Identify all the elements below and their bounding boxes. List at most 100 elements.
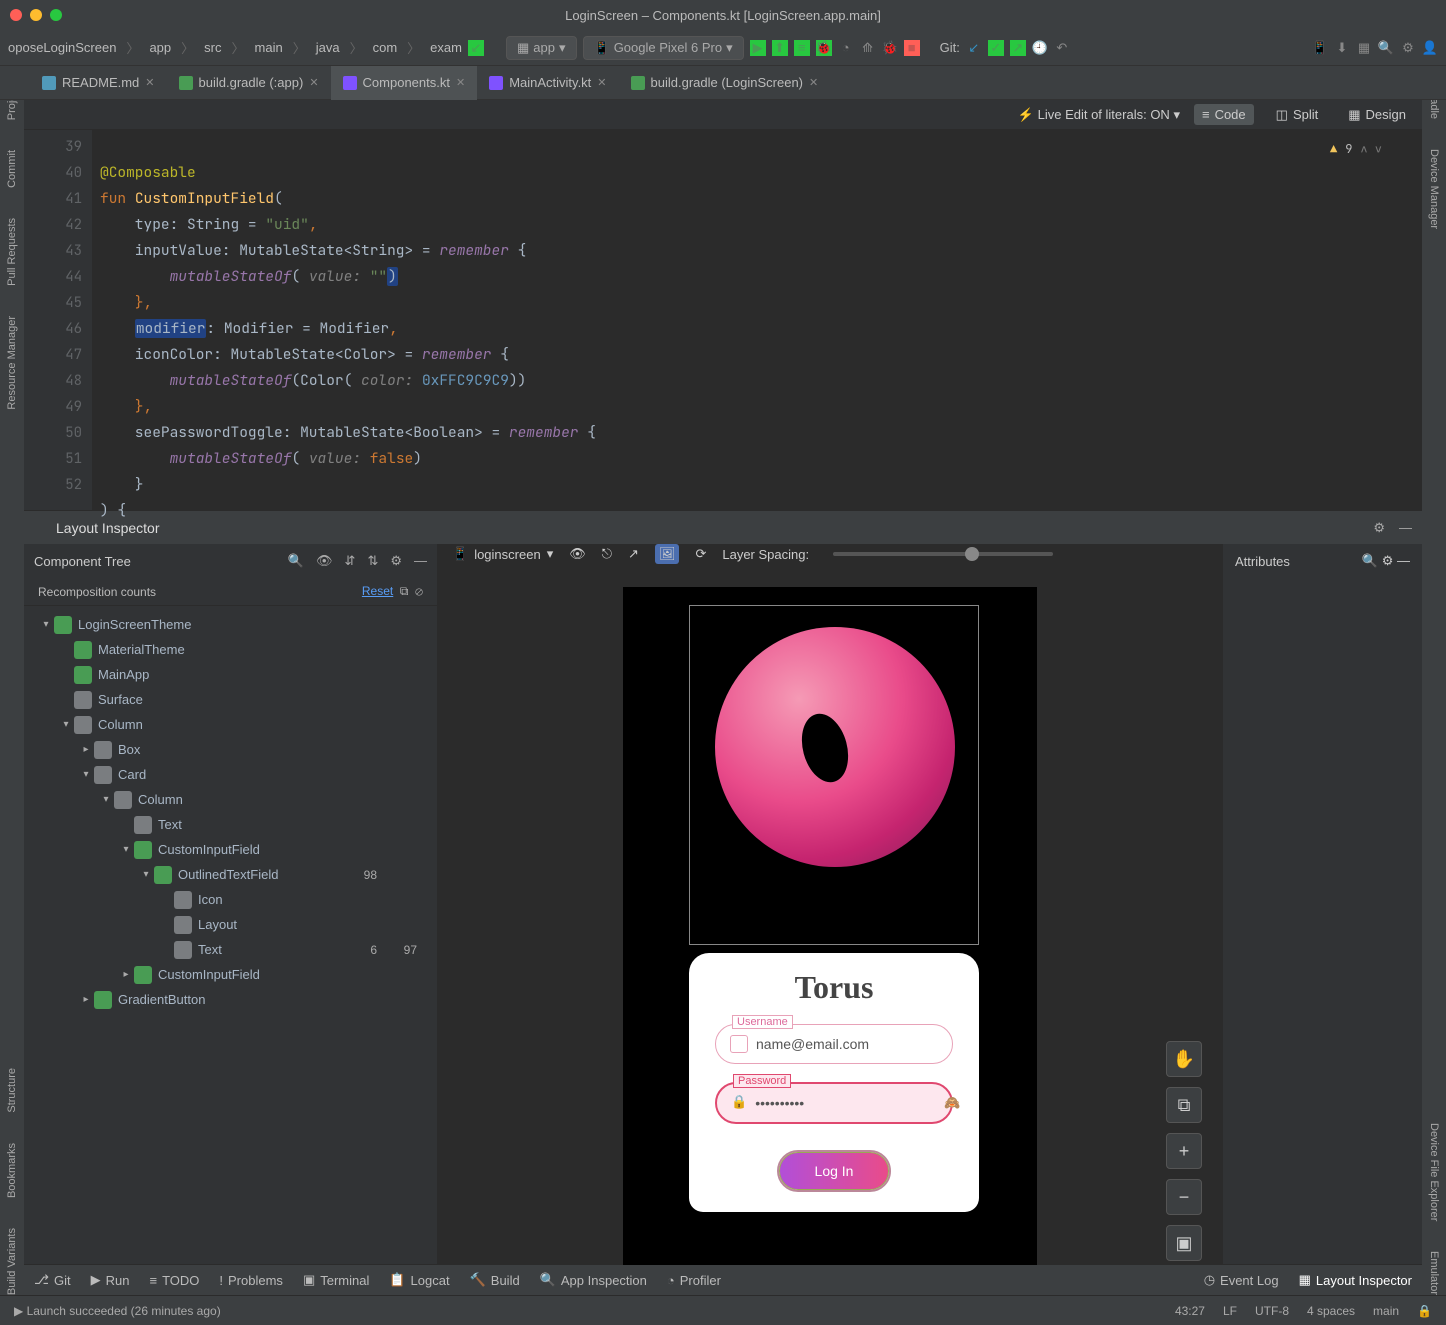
eye-icon[interactable]: 👁: [569, 546, 586, 562]
username-input[interactable]: [756, 1036, 938, 1052]
tree-node[interactable]: ▾Column: [24, 712, 437, 737]
tool-resource-manager[interactable]: Resource Manager: [6, 316, 18, 410]
tool-problems[interactable]: !Problems: [219, 1273, 283, 1288]
layer-spacing-slider[interactable]: [833, 552, 1053, 556]
tool-build-variants[interactable]: Build Variants: [6, 1228, 18, 1295]
breadcrumb[interactable]: app: [149, 40, 171, 55]
git-rollback-icon[interactable]: ↶: [1054, 40, 1070, 56]
status-item[interactable]: 43:27: [1175, 1304, 1205, 1318]
run-icon[interactable]: ▶: [750, 40, 766, 56]
chevron-icon[interactable]: ▾: [98, 794, 114, 805]
tool-device-manager[interactable]: Device Manager: [1428, 149, 1440, 229]
status-item[interactable]: UTF-8: [1255, 1304, 1289, 1318]
tree-node[interactable]: Icon: [24, 887, 437, 912]
zoom-out-icon[interactable]: −: [1166, 1179, 1202, 1215]
gear-icon[interactable]: ⚙: [1382, 553, 1394, 568]
tool-bookmarks[interactable]: Bookmarks: [6, 1143, 18, 1198]
zoom-in-icon[interactable]: +: [1166, 1133, 1202, 1169]
hide-icon[interactable]: —: [1397, 553, 1410, 568]
close-window-icon[interactable]: [10, 9, 22, 21]
layout-canvas[interactable]: Torus Username Password 🔒 🙈 Log In: [438, 565, 1222, 1281]
password-field[interactable]: Password 🔒 🙈: [715, 1082, 953, 1124]
tool-device-file-explorer[interactable]: Device File Explorer: [1428, 1123, 1440, 1221]
fit-icon[interactable]: ▣: [1166, 1225, 1202, 1261]
breadcrumb[interactable]: exam: [430, 40, 462, 55]
git-commit-icon[interactable]: ✓: [988, 40, 1004, 56]
close-tab-icon[interactable]: ✕: [456, 76, 465, 89]
tool-layout-inspector[interactable]: ▦Layout Inspector: [1299, 1272, 1412, 1288]
chevron-icon[interactable]: ▸: [118, 969, 134, 980]
editor-tab[interactable]: MainActivity.kt✕: [477, 66, 618, 100]
gear-icon[interactable]: ⚙: [390, 553, 402, 569]
filter-icon[interactable]: ⇵: [345, 553, 356, 569]
editor-tab[interactable]: Components.kt✕: [331, 66, 478, 100]
tool-run[interactable]: ▶Run: [91, 1272, 130, 1288]
hide-icon[interactable]: —: [414, 553, 427, 569]
tool-structure[interactable]: Structure: [6, 1068, 18, 1113]
run-config-selector[interactable]: ▦ app ▾: [506, 36, 577, 60]
editor-tab[interactable]: build.gradle (LoginScreen)✕: [619, 66, 831, 100]
tool-git[interactable]: ⎇Git: [34, 1272, 71, 1288]
layers-icon[interactable]: ⧉: [1166, 1087, 1202, 1123]
pan-icon[interactable]: ✋: [1166, 1041, 1202, 1077]
tree-node[interactable]: ▾Column: [24, 787, 437, 812]
search-icon[interactable]: 🔍: [288, 553, 304, 569]
tool-terminal[interactable]: ▣Terminal: [303, 1272, 369, 1288]
view-mode-split[interactable]: ◫ Split: [1268, 104, 1327, 126]
tool-todo[interactable]: ≡TODO: [149, 1273, 199, 1288]
gear-icon[interactable]: ⚙: [1373, 520, 1385, 536]
tree-node[interactable]: ▸GradientButton: [24, 987, 437, 1012]
tree-node[interactable]: ▾OutlinedTextField98: [24, 862, 437, 887]
resource-icon[interactable]: ▦: [1356, 40, 1372, 56]
status-item[interactable]: LF: [1223, 1304, 1237, 1318]
attach-debug-icon[interactable]: 🐞: [882, 40, 898, 56]
breadcrumb[interactable]: java: [316, 40, 340, 55]
sync-icon[interactable]: ↙: [468, 40, 484, 56]
settings-icon[interactable]: ⚙: [1400, 40, 1416, 56]
status-item[interactable]: main: [1373, 1304, 1399, 1318]
login-button[interactable]: Log In: [779, 1152, 889, 1190]
eye-icon[interactable]: 👁: [316, 553, 333, 569]
view-mode-code[interactable]: ≡ Code: [1194, 104, 1254, 125]
git-push-icon[interactable]: ↗: [1010, 40, 1026, 56]
chevron-icon[interactable]: ▸: [78, 744, 94, 755]
tool-event-log[interactable]: ◷Event Log: [1204, 1272, 1279, 1288]
coverage-icon[interactable]: ≡: [794, 40, 810, 56]
tool-commit[interactable]: Commit: [6, 150, 18, 188]
tool-logcat[interactable]: 📋Logcat: [389, 1272, 449, 1288]
tree-node[interactable]: ▸CustomInputField: [24, 962, 437, 987]
minimize-window-icon[interactable]: [30, 9, 42, 21]
sdk-icon[interactable]: ⬇: [1334, 40, 1350, 56]
tree-node[interactable]: ▸Box: [24, 737, 437, 762]
chevron-icon[interactable]: ▾: [38, 619, 54, 630]
editor-gutter[interactable]: 3940414243444546474849505152: [24, 130, 92, 510]
tree-node[interactable]: Surface: [24, 687, 437, 712]
component-tree[interactable]: ▾LoginScreenTheme MaterialTheme MainApp …: [24, 606, 437, 1264]
tree-node[interactable]: Layout: [24, 912, 437, 937]
status-item[interactable]: 4 spaces: [1307, 1304, 1355, 1318]
rotate-icon[interactable]: 🖼: [655, 544, 680, 564]
chevron-icon[interactable]: ▾: [118, 844, 134, 855]
tree-node[interactable]: Text: [24, 812, 437, 837]
disable-icon[interactable]: ⊘: [415, 584, 423, 598]
tree-node[interactable]: MainApp: [24, 662, 437, 687]
tree-node[interactable]: MaterialTheme: [24, 637, 437, 662]
hide-icon[interactable]: —: [1399, 520, 1412, 536]
breadcrumb[interactable]: main: [255, 40, 283, 55]
close-tab-icon[interactable]: ✕: [145, 76, 154, 89]
reset-button[interactable]: Reset: [362, 584, 393, 598]
visibility-off-icon[interactable]: 🙈: [944, 1095, 960, 1111]
window-controls[interactable]: [10, 9, 62, 21]
tool-pull-requests[interactable]: Pull Requests: [6, 218, 18, 286]
live-edit-label[interactable]: ⚡ Live Edit of literals: ON ▾: [1018, 107, 1180, 123]
live-icon[interactable]: ⎋: [602, 546, 612, 562]
avatar[interactable]: 👤: [1422, 40, 1438, 56]
debug-icon[interactable]: ⬆: [772, 40, 788, 56]
export-icon[interactable]: ↗: [628, 546, 639, 562]
search-icon[interactable]: 🔍: [1378, 40, 1394, 56]
tree-node[interactable]: Text697: [24, 937, 437, 962]
chevron-icon[interactable]: ▸: [78, 994, 94, 1005]
editor-tab[interactable]: build.gradle (:app)✕: [167, 66, 331, 100]
tree-node[interactable]: ▾CustomInputField: [24, 837, 437, 862]
device-selector[interactable]: 📱 Google Pixel 6 Pro ▾: [583, 36, 744, 60]
